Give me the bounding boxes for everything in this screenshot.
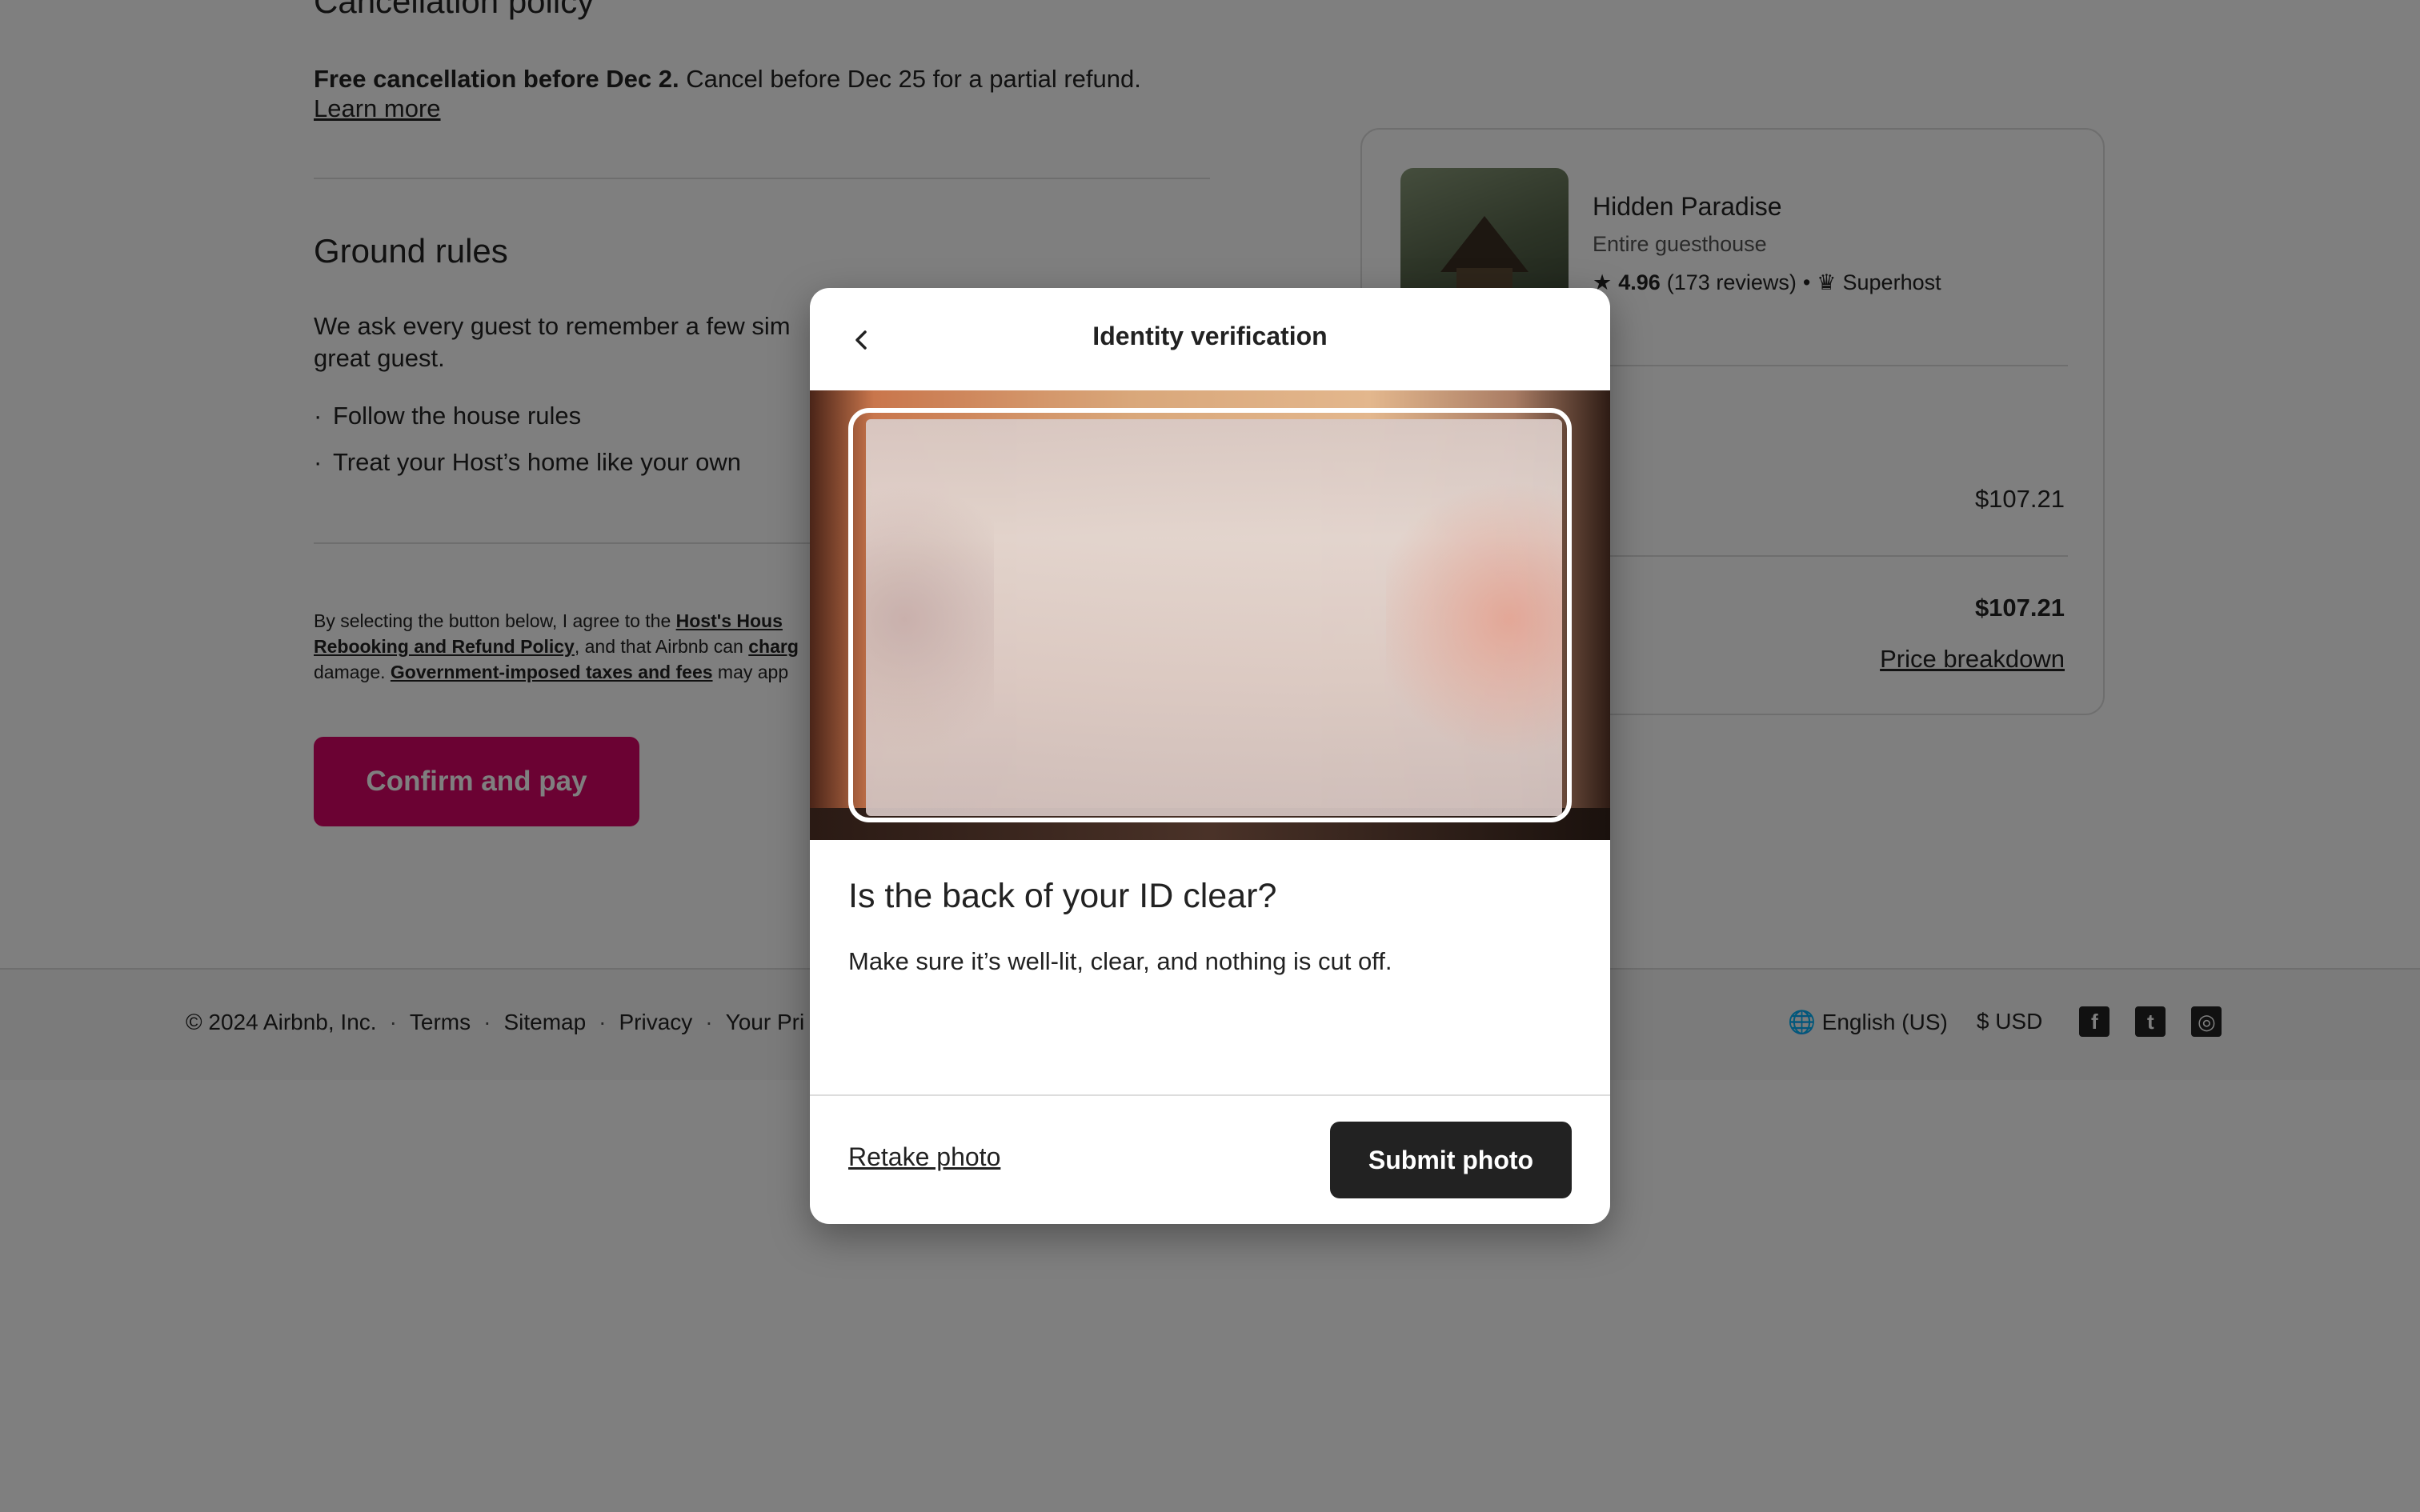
id-help-text: Make sure it’s well-lit, clear, and noth…: [848, 947, 1392, 975]
checkout-page: Cancellation policy Free cancellation be…: [0, 0, 2420, 1512]
id-photo-preview: [810, 390, 1610, 840]
identity-verification-modal: Identity verification Is the back of you…: [810, 288, 1610, 1224]
divider: [810, 1094, 1610, 1096]
modal-title: Identity verification: [1092, 322, 1328, 350]
retake-photo-button[interactable]: Retake photo: [848, 1142, 1000, 1172]
modal-header: Identity verification: [810, 288, 1610, 390]
id-capture-frame: [848, 408, 1572, 822]
submit-photo-button[interactable]: Submit photo: [1330, 1122, 1572, 1198]
id-clear-question: Is the back of your ID clear?: [848, 877, 1277, 915]
